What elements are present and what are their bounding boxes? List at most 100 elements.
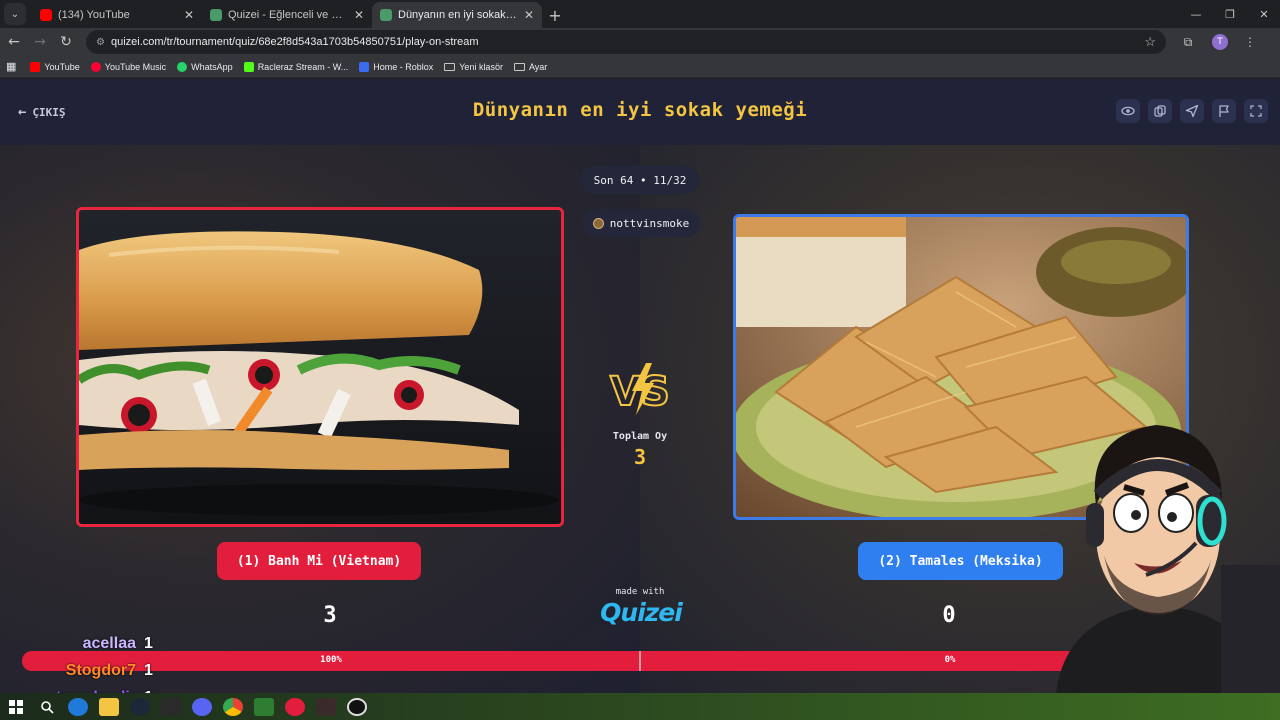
windows-icon[interactable] — [6, 698, 26, 716]
bookmark-star-icon[interactable]: ☆ — [1144, 34, 1156, 50]
quiz-page: ← ÇIKIŞ Dünyanın en iyi sokak yemeği Son… — [0, 79, 1280, 693]
tab-title: Quizei - Eğlenceli ve etkileşimli — [228, 9, 348, 21]
apps-grid-icon[interactable]: ▦ — [6, 60, 16, 73]
bookmark-label: YouTube — [44, 61, 80, 72]
window-controls: — ❐ ✕ — [1178, 0, 1280, 28]
bookmark-label: Racleraz Stream - W... — [257, 61, 349, 72]
windows-taskbar — [0, 693, 1280, 720]
opera-icon[interactable] — [285, 697, 305, 716]
whatsapp-icon — [177, 61, 188, 72]
files-icon[interactable] — [99, 697, 119, 716]
youtube-icon — [30, 61, 41, 72]
roblox-icon — [359, 61, 370, 72]
youtube-favicon-icon — [40, 9, 52, 21]
bookmark-whatsapp[interactable]: WhatsApp — [177, 61, 233, 72]
vs-emblem-icon: VS — [606, 359, 674, 419]
fullscreen-icon[interactable] — [1244, 99, 1268, 123]
url-input[interactable]: ⚙ quizei.com/tr/tournament/quiz/68e2f8d5… — [86, 30, 1166, 54]
choice-left-image[interactable] — [76, 207, 564, 527]
edge-icon[interactable] — [68, 697, 88, 716]
url-text: quizei.com/tr/tournament/quiz/68e2f8d543… — [110, 36, 479, 48]
app-icon[interactable] — [254, 697, 274, 716]
bookmark-youtube-music[interactable]: YouTube Music — [90, 61, 167, 72]
profile-avatar[interactable]: T — [1212, 34, 1228, 50]
quizei-favicon-icon — [380, 9, 392, 21]
bookmark-folder-ayar[interactable]: Ayar — [513, 61, 548, 72]
header-actions — [1108, 99, 1268, 123]
app2-icon[interactable] — [316, 697, 336, 716]
choice-right-button[interactable]: (2) Tamales (Meksika) — [858, 542, 1063, 580]
choice-left-button[interactable]: (1) Banh Mi (Vietnam) — [217, 542, 421, 580]
epic-icon[interactable] — [161, 697, 181, 716]
search-icon[interactable] — [37, 698, 57, 716]
chat-votes-overlay: acellaa 1 Stogdor7 1 twonlacdia 1 — [56, 635, 186, 693]
streamer-badge: nottvinsmoke — [582, 209, 700, 237]
address-bar: ← → ↻ ⚙ quizei.com/tr/tournament/quiz/68… — [0, 28, 1280, 56]
bookmark-label: Ayar — [528, 61, 548, 72]
bookmark-label: YouTube Music — [104, 61, 167, 72]
round-indicator: Son 64 • 11/32 — [580, 166, 700, 194]
chrome-icon[interactable] — [223, 697, 243, 716]
bookmark-roblox[interactable]: Home - Roblox — [359, 61, 434, 72]
bookmark-kick[interactable]: Racleraz Stream - W... — [243, 61, 349, 72]
folder-icon — [444, 62, 456, 71]
chat-vote: 1 — [144, 635, 153, 652]
tab-search-icon[interactable]: ⌄ — [4, 3, 26, 25]
site-info-icon[interactable]: ⚙ — [96, 37, 105, 48]
banh-mi-photo — [79, 210, 561, 524]
bookmark-folder-yeni[interactable]: Yeni klasör — [444, 62, 503, 72]
progress-divider — [639, 651, 641, 671]
chat-vote-row: Stogdor7 1 — [56, 662, 186, 689]
send-icon[interactable] — [1180, 99, 1204, 123]
extensions-icon[interactable]: ⧉ — [1176, 30, 1200, 54]
youtube-music-icon — [90, 61, 101, 72]
right-vote-count: 0 — [942, 603, 956, 628]
tab-youtube[interactable]: (134) YouTube ✕ — [32, 2, 202, 28]
user-avatar-icon — [592, 217, 604, 229]
page-title: Dünyanın en iyi sokak yemeği — [472, 99, 808, 121]
tab-quizei[interactable]: Quizei - Eğlenceli ve etkileşimli ✕ — [202, 2, 372, 28]
tab-close-icon[interactable]: ✕ — [354, 8, 364, 22]
quizei-logo: Quizei — [600, 598, 683, 627]
chat-username: acellaa — [82, 635, 136, 652]
tab-close-icon[interactable]: ✕ — [524, 8, 534, 22]
bookmarks-bar: ▦ YouTube YouTube Music WhatsApp Raclera… — [0, 56, 1280, 78]
total-votes-value: 3 — [633, 445, 647, 469]
quizei-favicon-icon — [210, 9, 222, 21]
tab-close-icon[interactable]: ✕ — [184, 8, 194, 22]
minimize-icon[interactable]: — — [1180, 0, 1212, 28]
restore-icon[interactable]: ❐ — [1214, 0, 1246, 28]
tab-strip: ⌄ (134) YouTube ✕ Quizei - Eğlenceli ve … — [0, 0, 1280, 28]
eye-icon[interactable] — [1116, 99, 1140, 123]
made-with-label: made with — [615, 587, 665, 597]
reload-icon[interactable]: ↻ — [54, 30, 78, 54]
menu-icon[interactable]: ⋮ — [1238, 30, 1262, 54]
tab-active-quiz[interactable]: Dünyanın en iyi sokak yemeği ✕ — [372, 2, 542, 28]
chat-vote: 1 — [144, 662, 153, 679]
right-percent-label: 0% — [944, 655, 956, 665]
kick-icon — [243, 61, 254, 72]
back-icon[interactable]: ← — [2, 30, 26, 54]
bookmark-label: WhatsApp — [191, 61, 233, 72]
streamer-webcam — [1046, 415, 1280, 693]
obs-icon[interactable] — [347, 697, 367, 716]
chat-username: Stogdor7 — [65, 662, 136, 679]
flag-icon[interactable] — [1212, 99, 1236, 123]
quiz-header: ← ÇIKIŞ Dünyanın en iyi sokak yemeği — [0, 79, 1280, 145]
copy-icon[interactable] — [1148, 99, 1172, 123]
tab-title: (134) YouTube — [58, 9, 130, 21]
close-window-icon[interactable]: ✕ — [1248, 0, 1280, 28]
chat-vote-row: acellaa 1 — [56, 635, 186, 662]
left-percent-label: 100% — [320, 655, 342, 665]
streamer-username: nottvinsmoke — [609, 216, 690, 230]
new-tab-button[interactable]: + — [542, 2, 568, 28]
bookmark-label: Home - Roblox — [373, 61, 434, 72]
tab-title: Dünyanın en iyi sokak yemeği — [398, 9, 518, 21]
bookmark-youtube[interactable]: YouTube — [30, 61, 80, 72]
forward-icon[interactable]: → — [28, 30, 52, 54]
bookmark-label: Yeni klasör — [459, 61, 503, 72]
discord-icon[interactable] — [192, 697, 212, 716]
folder-icon — [513, 62, 525, 71]
left-vote-count: 3 — [323, 603, 337, 628]
steam-icon[interactable] — [130, 697, 150, 716]
